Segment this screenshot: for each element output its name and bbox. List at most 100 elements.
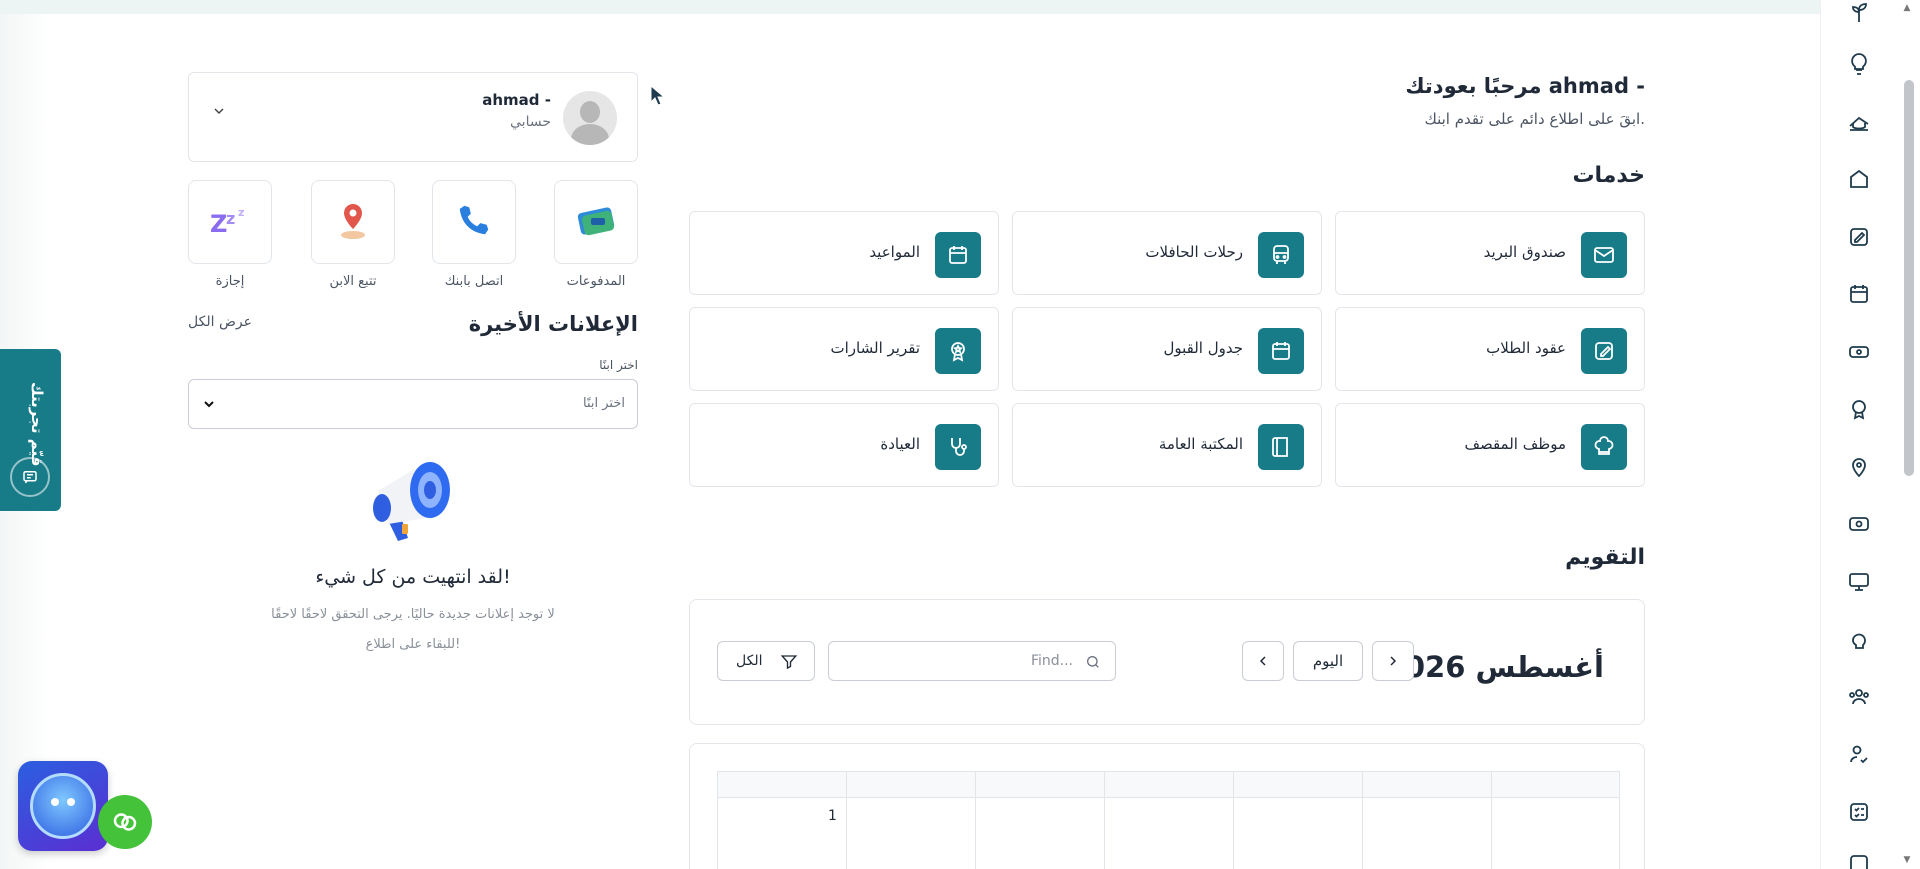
calendar-title: التقويم (1565, 545, 1645, 570)
book-icon (1258, 424, 1304, 470)
svg-text:z: z (238, 206, 244, 219)
empty-state-description: لا توجد إعلانات جديدة حاليًا. يرجى التحق… (271, 607, 555, 652)
service-clinic[interactable]: العيادة (689, 403, 999, 487)
calendar-grid: 1 (717, 771, 1620, 869)
service-label: موظف المقصف (1464, 435, 1566, 453)
ticket-icon[interactable] (1847, 340, 1871, 364)
chat-bubble-icon[interactable] (98, 795, 152, 849)
quick-action-leave[interactable]: Zzz إجازة (188, 180, 272, 289)
scrollbar-thumb[interactable] (1904, 80, 1914, 476)
quick-action-label: إجازة (215, 274, 245, 289)
service-label: جدول القبول (1163, 339, 1243, 357)
child-select-label: اختر ابنًا (599, 358, 638, 372)
service-label: تقرير الشارات (830, 339, 920, 357)
service-label: المواعيد (869, 243, 920, 261)
edit-note-icon[interactable] (1847, 225, 1871, 249)
brain-icon[interactable] (1847, 627, 1871, 651)
badge-icon[interactable] (1847, 397, 1871, 421)
profile-subtitle: حسابي (510, 114, 551, 130)
bus-icon (1258, 232, 1304, 278)
service-student-contracts[interactable]: عقود الطلاب (1335, 307, 1645, 391)
service-label: رحلات الحافلات (1145, 243, 1243, 261)
feedback-tab[interactable]: قيّم تجربتك (0, 349, 61, 511)
service-admission-schedule[interactable]: جدول القبول (1012, 307, 1322, 391)
feedback-icon[interactable] (10, 457, 50, 497)
chevron-down-icon[interactable] (211, 103, 227, 119)
search-icon (1085, 654, 1101, 670)
service-label: المكتبة العامة (1158, 435, 1243, 453)
payments-icon (573, 200, 619, 244)
calendar-day-number[interactable]: 1 (828, 808, 837, 824)
search-placeholder: Find... (1030, 653, 1073, 669)
service-bus-trips[interactable]: رحلات الحافلات (1012, 211, 1322, 295)
svg-text:z: z (226, 209, 235, 228)
filter-label: الكل (736, 653, 763, 669)
profile-card[interactable]: ahmad - حسابي (188, 72, 638, 162)
child-select[interactable]: اختر ابنًا (188, 379, 638, 429)
service-badges-report[interactable]: تقرير الشارات (689, 307, 999, 391)
service-public-library[interactable]: المكتبة العامة (1012, 403, 1322, 487)
scroll-up-icon[interactable]: ▲ (1901, 2, 1913, 14)
top-bar (0, 0, 1820, 14)
child-select-value: اختر ابنًا (583, 396, 625, 411)
quick-action-label: تتبع الابن (329, 274, 377, 289)
lightbulb-icon[interactable] (1847, 52, 1871, 76)
calendar-grid-card: 1 (689, 743, 1645, 869)
badge-icon (935, 328, 981, 374)
calendar-prev-button[interactable] (1242, 641, 1284, 681)
calendar-icon (935, 232, 981, 278)
announcements-title: الإعلانات الأخيرة (468, 312, 638, 336)
view-all-link[interactable]: عرض الكل (188, 314, 252, 330)
service-label: عقود الطلاب (1486, 339, 1566, 357)
quick-action-call[interactable]: اتصل بابنك (432, 180, 516, 289)
money-icon[interactable] (1847, 512, 1871, 536)
page-scrollbar[interactable]: ▲ ▼ (1902, 0, 1916, 869)
service-canteen-staff[interactable]: موظف المقصف (1335, 403, 1645, 487)
svg-text:Z: Z (210, 210, 227, 238)
services-title: خدمات (1572, 163, 1645, 188)
calendar-today-button[interactable]: اليوم (1293, 641, 1363, 681)
quick-action-label: اتصل بابنك (444, 274, 504, 289)
scroll-down-icon[interactable]: ▼ (1901, 854, 1913, 866)
location-icon[interactable] (1847, 455, 1871, 479)
home-icon[interactable] (1847, 167, 1871, 191)
welcome-title: مرحبًا بعودتك ahmad - (1405, 74, 1645, 98)
megaphone-illustration (368, 446, 458, 556)
avatar (563, 91, 617, 145)
calendar-icon (1258, 328, 1304, 374)
monitor-icon[interactable] (1847, 570, 1871, 594)
service-label: العيادة (880, 435, 920, 453)
calendar-icon[interactable] (1847, 282, 1871, 306)
calendar-grid-header (718, 772, 1619, 798)
list-icon[interactable] (1847, 852, 1871, 869)
plant-icon[interactable] (1847, 0, 1871, 24)
mouse-cursor-icon (650, 84, 666, 107)
group-icon[interactable] (1847, 685, 1871, 709)
quick-action-payments[interactable]: المدفوعات (554, 180, 638, 289)
calendar-next-button[interactable] (1372, 641, 1414, 681)
calendar-search-input[interactable]: Find... (828, 641, 1116, 681)
user-check-icon[interactable] (1847, 742, 1871, 766)
welcome-subtitle: ابقَ على اطلاع دائم على تقدم ابنك. (1424, 110, 1645, 128)
checklist-icon[interactable] (1847, 800, 1871, 824)
calendar-toolbar: أغسطس 2026 اليوم Find... الكل (689, 599, 1645, 725)
sleep-icon: Zzz (208, 202, 252, 242)
phone-icon (455, 201, 493, 243)
sidebar-rail: ▲ ▼ (1820, 0, 1920, 869)
assistant-bot-button[interactable] (18, 761, 108, 851)
chevron-down-icon (201, 396, 217, 412)
quick-action-track[interactable]: تتبع الابن (311, 180, 395, 289)
calendar-filter-button[interactable]: الكل (717, 641, 815, 681)
service-label: صندوق البريد (1483, 243, 1566, 261)
service-mailbox[interactable]: صندوق البريد (1335, 211, 1645, 295)
service-appointments[interactable]: المواعيد (689, 211, 999, 295)
mail-icon (1581, 232, 1627, 278)
empty-state-title: لقد انتهيت من كل شيء! (315, 566, 511, 588)
chevron-right-icon (1390, 656, 1397, 666)
graduation-icon[interactable] (1847, 110, 1871, 134)
bot-face-icon (30, 773, 96, 839)
stethoscope-icon (935, 424, 981, 470)
contract-icon (1581, 328, 1627, 374)
chef-hat-icon (1581, 424, 1627, 470)
chevron-left-icon (1259, 656, 1266, 666)
